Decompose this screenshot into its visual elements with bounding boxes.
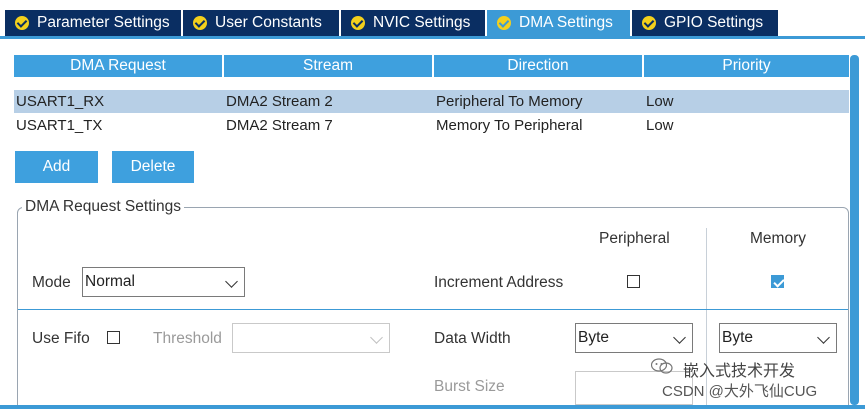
peripheral-header: Peripheral xyxy=(599,230,670,247)
column-header-priority[interactable]: Priority xyxy=(644,55,849,77)
chevron-down-icon xyxy=(225,275,238,288)
check-circle-icon xyxy=(193,16,207,30)
peripheral-data-width-value: Byte xyxy=(578,329,610,346)
memory-header: Memory xyxy=(750,230,806,247)
group-legend: DMA Request Settings xyxy=(22,198,184,216)
bottom-border xyxy=(0,405,865,409)
cell-dma-request: USART1_RX xyxy=(16,93,105,110)
tab-gpio-settings[interactable]: GPIO Settings xyxy=(632,10,779,36)
check-circle-icon xyxy=(642,16,656,30)
increment-address-label: Increment Address xyxy=(434,274,564,291)
chevron-down-icon xyxy=(673,331,686,344)
tab-dma-settings[interactable]: DMA Settings xyxy=(487,10,631,36)
column-header-direction[interactable]: Direction xyxy=(434,55,642,77)
burst-size-label: Burst Size xyxy=(434,378,505,395)
tab-bar: Parameter Settings User Constants NVIC S… xyxy=(0,0,865,36)
dma-table-header: DMA Request Stream Direction Priority xyxy=(14,55,851,77)
vertical-scrollbar[interactable] xyxy=(850,55,859,405)
tab-label: GPIO Settings xyxy=(664,14,764,31)
cell-stream: DMA2 Stream 7 xyxy=(226,117,333,134)
tab-parameter-settings[interactable]: Parameter Settings xyxy=(5,10,182,36)
threshold-select[interactable] xyxy=(232,323,390,353)
tab-label: Parameter Settings xyxy=(37,14,170,31)
table-row[interactable]: USART1_TX DMA2 Stream 7 Memory To Periph… xyxy=(14,114,849,137)
mode-value: Normal xyxy=(85,273,135,290)
table-row[interactable]: USART1_RX DMA2 Stream 2 Peripheral To Me… xyxy=(14,90,849,113)
check-circle-icon xyxy=(15,16,29,30)
memory-data-width-select[interactable]: Byte xyxy=(719,323,837,353)
threshold-label: Threshold xyxy=(153,330,222,347)
add-button[interactable]: Add xyxy=(15,151,98,183)
tab-label: NVIC Settings xyxy=(373,14,471,31)
data-width-label: Data Width xyxy=(434,330,511,347)
tab-label: User Constants xyxy=(215,14,322,31)
column-header-dma-request[interactable]: DMA Request xyxy=(14,55,222,77)
column-header-stream[interactable]: Stream xyxy=(224,55,432,77)
watermark-line2: CSDN @大外飞仙CUG xyxy=(662,383,818,400)
memory-data-width-value: Byte xyxy=(722,329,754,346)
cell-priority: Low xyxy=(646,93,674,110)
cell-dma-request: USART1_TX xyxy=(16,117,103,134)
watermark-line1: 嵌入式技术开发 xyxy=(683,363,796,380)
chevron-down-icon xyxy=(370,331,383,344)
check-circle-icon xyxy=(497,16,511,30)
peripheral-increment-checkbox[interactable] xyxy=(627,275,640,288)
mode-label: Mode xyxy=(32,274,71,291)
memory-increment-checkbox[interactable] xyxy=(771,275,784,288)
cell-direction: Peripheral To Memory xyxy=(436,93,583,110)
delete-button[interactable]: Delete xyxy=(112,151,194,183)
cell-stream: DMA2 Stream 2 xyxy=(226,93,333,110)
peripheral-data-width-select[interactable]: Byte xyxy=(575,323,693,353)
check-circle-icon xyxy=(351,16,365,30)
tab-nvic-settings[interactable]: NVIC Settings xyxy=(341,10,486,36)
tab-user-constants[interactable]: User Constants xyxy=(183,10,340,36)
cell-direction: Memory To Peripheral xyxy=(436,117,583,134)
mode-select[interactable]: Normal xyxy=(82,267,245,297)
section-divider xyxy=(18,309,848,310)
use-fifo-checkbox[interactable] xyxy=(107,331,120,344)
use-fifo-label: Use Fifo xyxy=(32,330,90,347)
chevron-down-icon xyxy=(817,331,830,344)
tab-label: DMA Settings xyxy=(519,14,613,31)
wechat-icon xyxy=(651,358,673,374)
cell-priority: Low xyxy=(646,117,674,134)
